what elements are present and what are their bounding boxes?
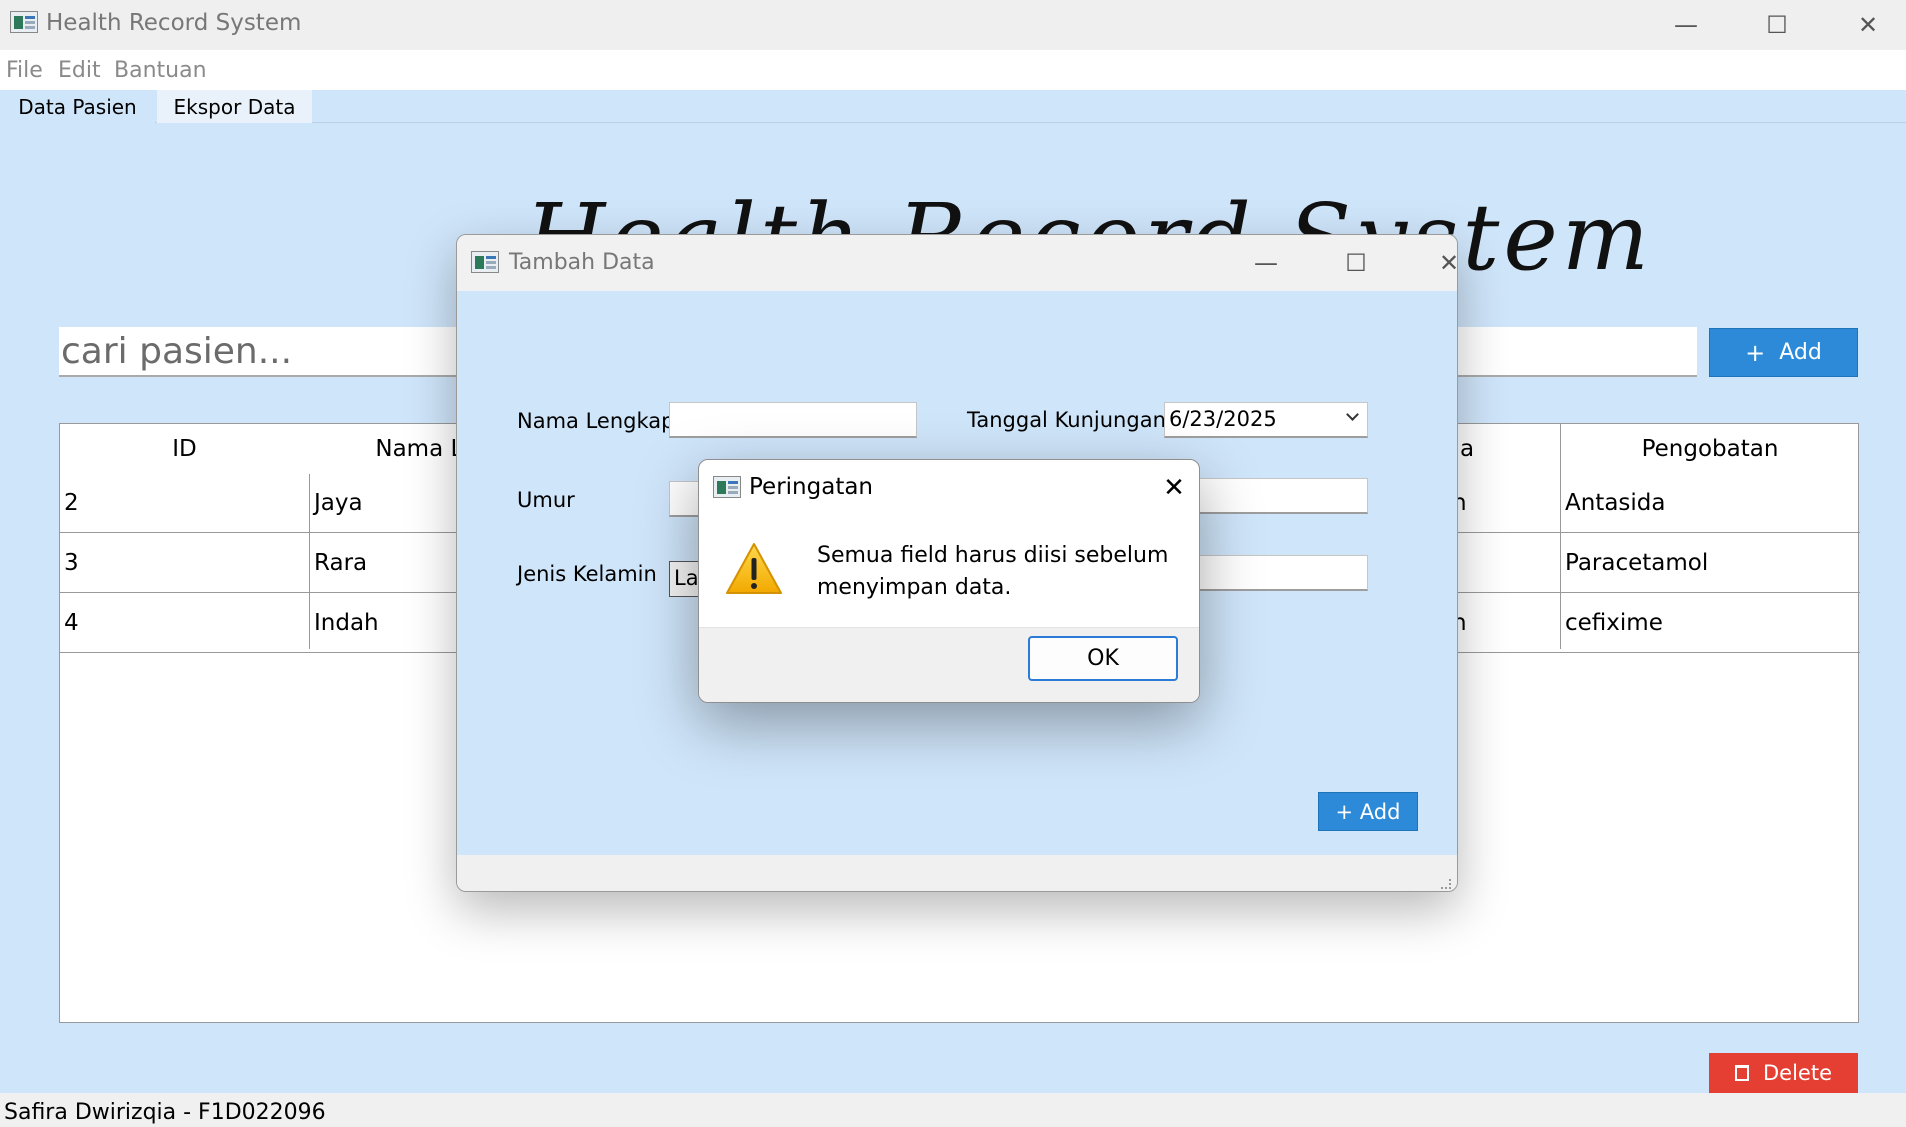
cell-pengobatan[interactable]: Antasida bbox=[1561, 474, 1859, 532]
app-icon bbox=[713, 476, 741, 498]
dialog-footer bbox=[457, 855, 1457, 891]
delete-button-label: Delete bbox=[1763, 1061, 1832, 1085]
nama-label: Nama Lengkap bbox=[517, 409, 675, 433]
cell-id[interactable]: 4 bbox=[60, 593, 309, 652]
tab-data-pasien[interactable]: Data Pasien bbox=[0, 90, 155, 123]
message-box-title: Peringatan bbox=[749, 474, 874, 500]
menu-bantuan[interactable]: Bantuan bbox=[114, 58, 207, 83]
app-icon bbox=[471, 251, 499, 273]
tanggal-value: 6/23/2025 bbox=[1169, 407, 1277, 431]
jenis-kelamin-label: Jenis Kelamin bbox=[517, 562, 657, 586]
title-bar: Health Record System — ☐ ✕ bbox=[0, 0, 1906, 50]
column-header-pengobatan[interactable]: Pengobatan bbox=[1561, 424, 1859, 474]
resize-grip-icon[interactable] bbox=[1441, 879, 1451, 889]
close-button[interactable]: ✕ bbox=[1828, 0, 1906, 50]
cell-id[interactable]: 3 bbox=[60, 533, 309, 592]
menu-bar: File Edit Bantuan bbox=[0, 50, 1906, 90]
dialog-close-button[interactable]: ✕ bbox=[1409, 235, 1457, 291]
dialog-title: Tambah Data bbox=[509, 250, 655, 275]
status-bar: Safira Dwirizqia - F1D022096 bbox=[0, 1093, 1906, 1127]
nama-field[interactable] bbox=[669, 402, 917, 438]
add-button-label: Add bbox=[1779, 340, 1822, 365]
trash-icon bbox=[1735, 1065, 1749, 1081]
menu-file[interactable]: File bbox=[6, 58, 43, 83]
umur-label: Umur bbox=[517, 488, 575, 512]
plus-icon: + bbox=[1745, 338, 1766, 367]
message-text: Semua field harus diisi sebelum menyimpa… bbox=[817, 543, 1169, 600]
app-icon bbox=[10, 11, 38, 33]
chevron-down-icon bbox=[1346, 408, 1359, 421]
window-title: Health Record System bbox=[46, 10, 302, 36]
dialog-add-button[interactable]: + Add bbox=[1318, 792, 1418, 831]
tanggal-kunjungan-picker[interactable]: 6/23/2025 bbox=[1164, 402, 1368, 438]
message-box-close-icon[interactable]: ✕ bbox=[1154, 468, 1194, 508]
cell-id[interactable]: 2 bbox=[60, 474, 309, 532]
maximize-button[interactable]: ☐ bbox=[1737, 0, 1817, 50]
column-header-id[interactable]: ID bbox=[60, 424, 309, 474]
menu-edit[interactable]: Edit bbox=[58, 58, 101, 83]
minimize-button[interactable]: — bbox=[1646, 0, 1726, 50]
tanggal-kunjungan-label: Tanggal Kunjungan bbox=[967, 408, 1166, 432]
column-header-partial[interactable]: a bbox=[1460, 424, 1520, 474]
dialog-maximize-button[interactable]: ☐ bbox=[1316, 235, 1396, 291]
ok-button[interactable]: OK bbox=[1028, 636, 1178, 681]
dialog-title-bar: Tambah Data — ☐ ✕ bbox=[457, 235, 1457, 291]
warning-icon bbox=[726, 543, 782, 594]
add-button[interactable]: + Add bbox=[1709, 328, 1858, 377]
tab-ekspor-data[interactable]: Ekspor Data bbox=[157, 90, 312, 123]
tab-bar: Data Pasien Ekspor Data bbox=[0, 90, 1906, 123]
cell-pengobatan[interactable]: cefixime bbox=[1561, 593, 1859, 652]
peringatan-message-box: Peringatan ✕ Semua field harus diisi seb… bbox=[698, 459, 1200, 703]
delete-button[interactable]: Delete bbox=[1709, 1053, 1858, 1093]
cell-pengobatan[interactable]: Paracetamol bbox=[1561, 533, 1859, 592]
dialog-minimize-button[interactable]: — bbox=[1226, 235, 1306, 291]
